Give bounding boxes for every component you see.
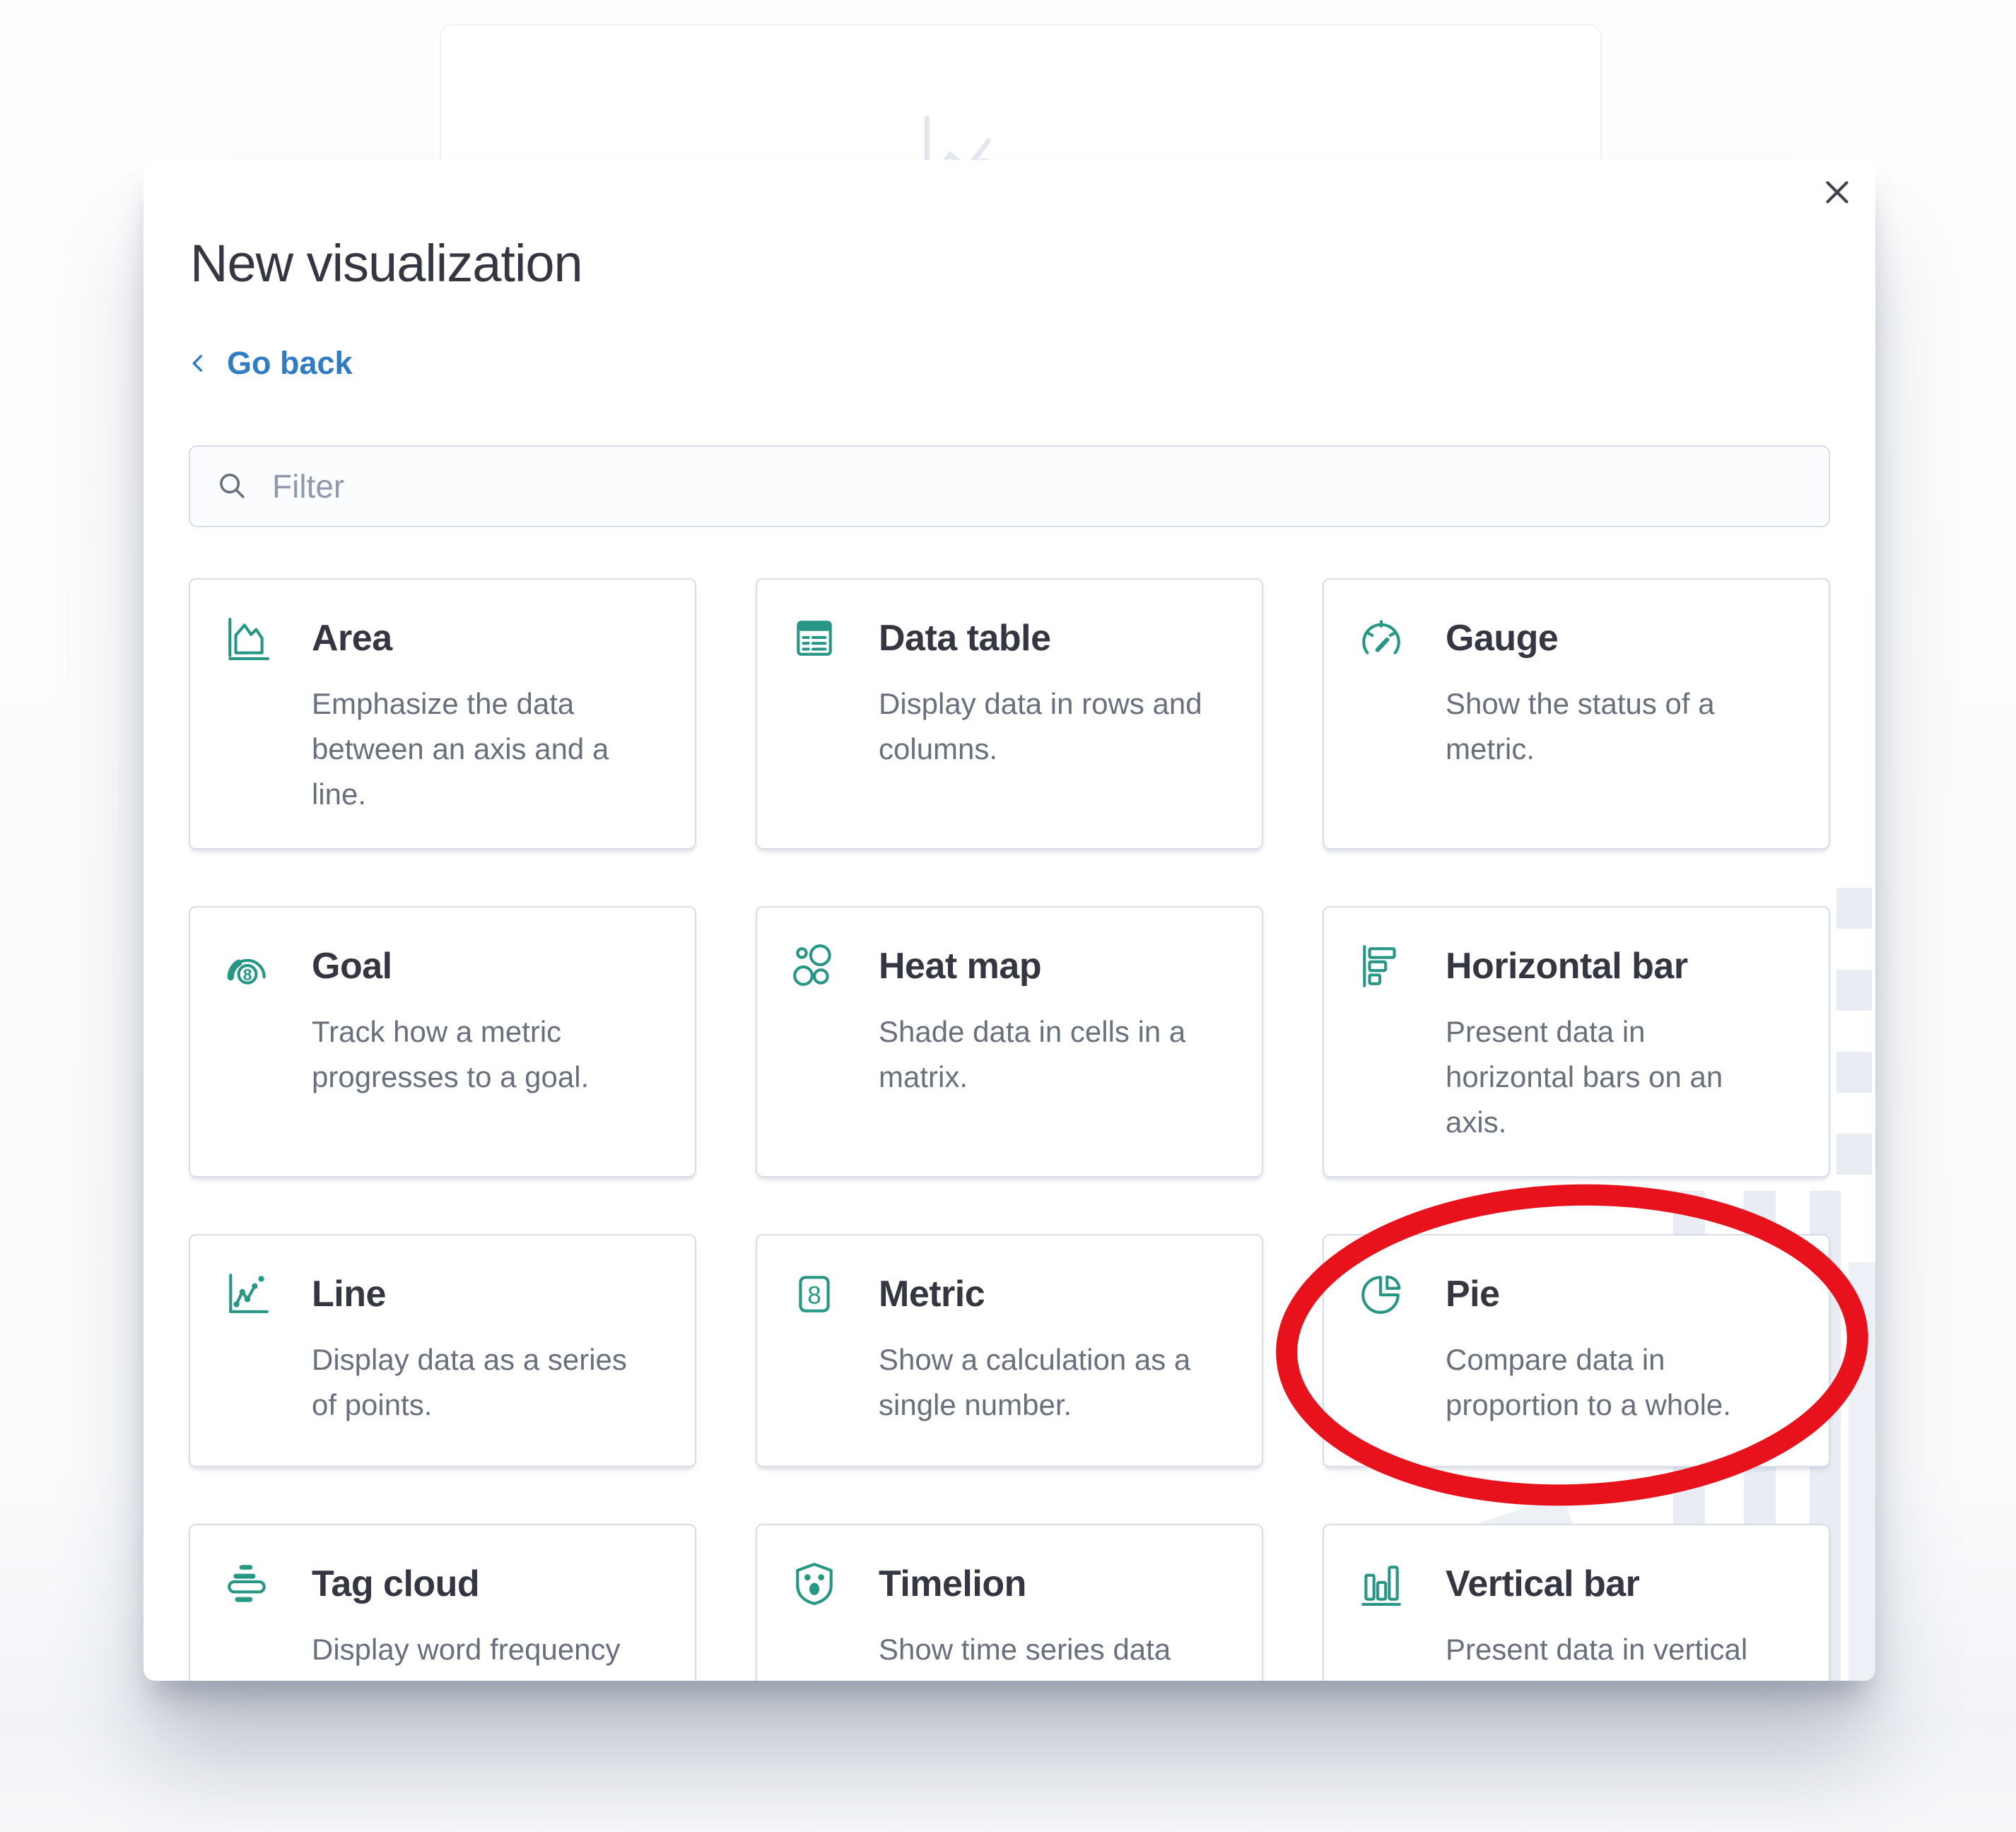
timelion-icon [791, 1561, 838, 1607]
viz-card-title: Tag cloud [312, 1563, 479, 1605]
viz-card-header: Horizontal bar [1358, 943, 1789, 990]
watermark-square [1836, 1052, 1872, 1093]
viz-card-description: Compare data in proportion to a whole. [1446, 1337, 1789, 1428]
viz-card-header: Tag cloud [224, 1561, 655, 1607]
data-table-icon [791, 615, 838, 662]
viz-card-timelion[interactable]: Timelion Show time series data on a graph… [756, 1524, 1263, 1681]
viz-card-header: Heat map [791, 943, 1222, 990]
viz-card-description: Show a calculation as a single number. [879, 1337, 1222, 1428]
go-back-link[interactable]: Go back [186, 345, 353, 382]
viz-card-description: Display word frequency with font size. [312, 1627, 655, 1681]
viz-card-vertical-bar[interactable]: Vertical bar Present data in vertical bar… [1323, 1524, 1830, 1681]
new-visualization-modal: New visualization Go back Area Emphasize … [143, 160, 1875, 1681]
viz-card-line[interactable]: Line Display data as a series of points. [189, 1234, 696, 1467]
viz-card-data-table[interactable]: Data table Display data in rows and colum… [756, 578, 1263, 850]
viz-card-title: Horizontal bar [1446, 945, 1688, 987]
viz-card-header: 8 Metric [791, 1271, 1222, 1317]
watermark-square [1836, 1134, 1872, 1175]
viz-card-header: Gauge [1358, 615, 1789, 662]
watermark-square [1836, 970, 1872, 1011]
viz-card-goal[interactable]: 8 Goal Track how a metric progresses to a … [189, 906, 696, 1178]
viz-card-description: Shade data in cells in a matrix. [879, 1009, 1222, 1100]
pie-chart-icon [1358, 1271, 1405, 1317]
goal-icon: 8 [224, 943, 271, 990]
viz-card-horizontal-bar[interactable]: Horizontal bar Present data in horizontal… [1323, 906, 1830, 1178]
svg-text:8: 8 [243, 965, 252, 984]
modal-title: New visualization [190, 233, 582, 293]
gauge-icon [1358, 615, 1405, 662]
metric-icon: 8 [791, 1271, 838, 1317]
viz-card-header: Pie [1358, 1271, 1789, 1317]
viz-card-description: Display data in rows and columns. [879, 681, 1222, 772]
watermark-bar [1848, 1262, 1875, 1681]
filter-search-box [189, 445, 1830, 527]
viz-card-title: Gauge [1446, 617, 1558, 659]
viz-card-description: Present data in horizontal bars on an ax… [1446, 1009, 1789, 1145]
viz-card-title: Goal [312, 945, 392, 987]
viz-card-description: Track how a metric progresses to a goal. [312, 1009, 655, 1100]
viz-card-header: Timelion [791, 1561, 1222, 1607]
viz-card-gauge[interactable]: Gauge Show the status of a metric. [1323, 578, 1830, 850]
viz-card-title: Vertical bar [1446, 1563, 1639, 1605]
area-chart-icon [224, 615, 271, 662]
viz-card-description: Display data as a series of points. [312, 1337, 655, 1428]
chevron-left-icon [186, 351, 211, 376]
viz-card-header: Area [224, 615, 655, 662]
viz-card-header: Data table [791, 615, 1222, 662]
filter-input[interactable] [190, 447, 1829, 526]
viz-card-title: Data table [879, 617, 1051, 659]
viz-card-title: Timelion [879, 1563, 1026, 1605]
heat-map-icon [791, 943, 838, 990]
viz-card-title: Area [312, 617, 392, 659]
viz-card-tag-cloud[interactable]: Tag cloud Display word frequency with fon… [189, 1524, 696, 1681]
viz-card-pie[interactable]: Pie Compare data in proportion to a whole… [1323, 1234, 1830, 1467]
horizontal-bar-icon [1358, 943, 1405, 990]
viz-card-heat-map[interactable]: Heat map Shade data in cells in a matrix. [756, 906, 1263, 1178]
viz-card-header: Vertical bar [1358, 1561, 1789, 1607]
tag-cloud-icon [224, 1561, 271, 1607]
line-chart-icon [224, 1271, 271, 1317]
viz-card-description: Present data in vertical bars on an axis… [1446, 1627, 1789, 1681]
viz-card-metric[interactable]: 8 Metric Show a calculation as a single nu… [756, 1234, 1263, 1467]
visualization-type-grid: Area Emphasize the data between an axis a… [189, 578, 1830, 1681]
watermark-square [1836, 888, 1872, 929]
viz-card-title: Line [312, 1273, 386, 1315]
viz-card-description: Show time series data on a graph. [879, 1627, 1222, 1681]
viz-card-description: Show the status of a metric. [1446, 681, 1789, 772]
viz-card-title: Pie [1446, 1273, 1500, 1315]
viz-card-header: 8 Goal [224, 943, 655, 990]
viz-card-description: Emphasize the data between an axis and a… [312, 681, 655, 817]
viz-card-title: Metric [879, 1273, 985, 1315]
close-icon[interactable] [1820, 175, 1854, 209]
viz-card-title: Heat map [879, 945, 1041, 987]
viz-card-header: Line [224, 1271, 655, 1317]
go-back-label: Go back [227, 345, 353, 382]
vertical-bar-icon [1358, 1561, 1405, 1607]
viz-card-area[interactable]: Area Emphasize the data between an axis a… [189, 578, 696, 850]
svg-text:8: 8 [807, 1281, 821, 1309]
